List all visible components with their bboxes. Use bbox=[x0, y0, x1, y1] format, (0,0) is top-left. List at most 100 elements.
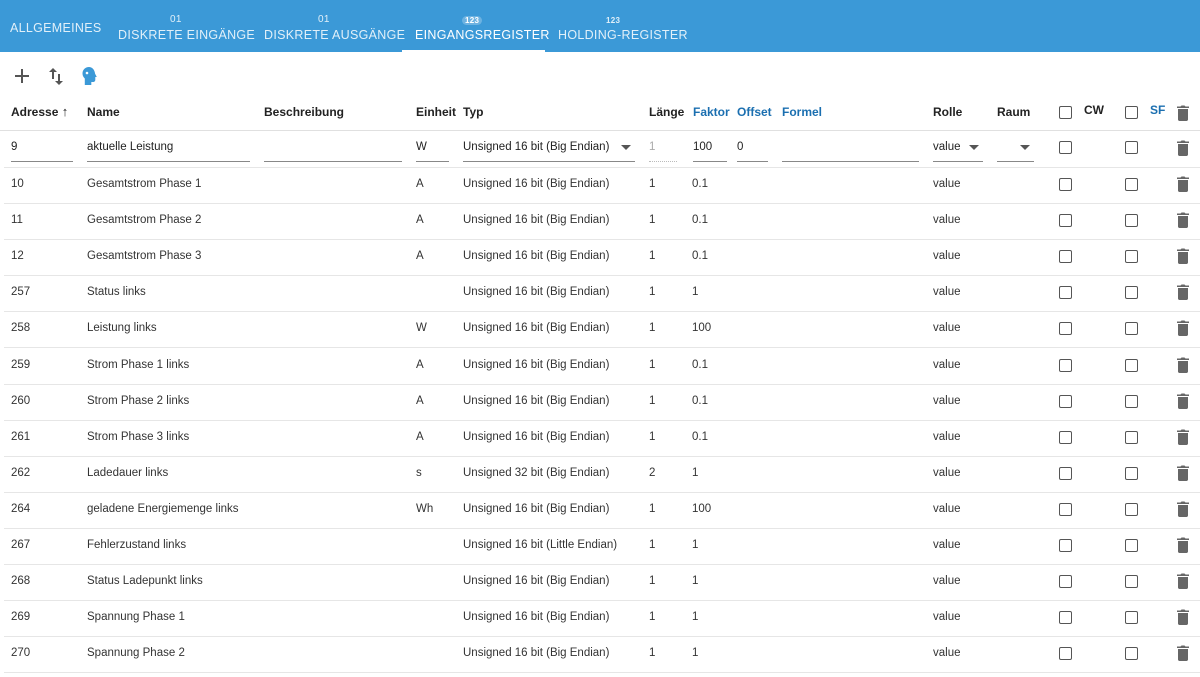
sort-button[interactable] bbox=[44, 64, 68, 88]
delete-icon[interactable] bbox=[1177, 393, 1189, 409]
offset-input[interactable]: 0 bbox=[737, 139, 768, 162]
delete-icon[interactable] bbox=[1177, 645, 1189, 662]
description-input[interactable] bbox=[264, 139, 402, 162]
sf-checkbox[interactable] bbox=[1125, 250, 1138, 264]
cw-checkbox[interactable] bbox=[1059, 178, 1072, 191]
cw-checkbox[interactable] bbox=[1059, 250, 1072, 264]
header-address[interactable]: Adresse ↑ bbox=[11, 98, 68, 130]
header-cw[interactable]: CW bbox=[1084, 96, 1104, 128]
table-row[interactable]: 270 Spannung Phase 2 Unsigned 16 bit (Big … bbox=[4, 636, 1200, 674]
table-row[interactable]: 10 Gesamtstrom Phase 1 A Unsigned 16 bit (B… bbox=[4, 167, 1200, 204]
delete-icon[interactable] bbox=[1177, 429, 1189, 445]
tab-eingangsregister[interactable]: 123 EINGANGSREGISTER bbox=[402, 0, 549, 52]
delete-icon[interactable] bbox=[1177, 609, 1189, 626]
sf-checkbox[interactable] bbox=[1125, 178, 1138, 191]
cw-checkbox[interactable] bbox=[1059, 141, 1072, 154]
header-formula[interactable]: Formel bbox=[782, 98, 822, 130]
cw-select-all-checkbox[interactable] bbox=[1059, 106, 1072, 119]
table-row[interactable]: 269 Spannung Phase 1 Unsigned 16 bit (Big … bbox=[4, 600, 1200, 638]
table-row[interactable]: 12 Gesamtstrom Phase 3 A Unsigned 16 bit (B… bbox=[4, 239, 1200, 277]
delete-icon[interactable] bbox=[1177, 140, 1189, 156]
tab-holding-register[interactable]: 123 HOLDING-REGISTER bbox=[558, 0, 688, 52]
delete-icon[interactable] bbox=[1177, 357, 1189, 373]
delete-icon[interactable] bbox=[1177, 573, 1189, 590]
delete-icon[interactable] bbox=[1177, 465, 1189, 481]
cw-checkbox[interactable] bbox=[1059, 286, 1072, 300]
sf-checkbox[interactable] bbox=[1125, 214, 1138, 228]
delete-icon[interactable] bbox=[1177, 248, 1189, 265]
cw-checkbox[interactable] bbox=[1059, 394, 1072, 408]
unit-input[interactable]: W bbox=[416, 139, 449, 162]
factor-input[interactable]: 100 bbox=[693, 139, 727, 162]
sf-checkbox[interactable] bbox=[1125, 286, 1138, 300]
import-button[interactable] bbox=[76, 64, 100, 88]
name-input[interactable]: aktuelle Leistung bbox=[87, 139, 250, 162]
add-button[interactable] bbox=[10, 64, 34, 88]
tab-label: DISKRETE EINGÄNGE bbox=[118, 28, 256, 42]
sf-checkbox[interactable] bbox=[1125, 539, 1138, 552]
delete-icon[interactable] bbox=[1177, 537, 1189, 553]
cw-checkbox[interactable] bbox=[1059, 214, 1072, 228]
tab-allgemeines[interactable]: ALLGEMEINES bbox=[10, 0, 101, 52]
address-input[interactable]: 9 bbox=[11, 139, 73, 162]
header-name[interactable]: Name bbox=[87, 98, 120, 130]
table-row[interactable]: 264 geladene Energiemenge links Wh Unsigned… bbox=[4, 492, 1200, 529]
table-row[interactable]: 268 Status Ladepunkt links Unsigned 16 bit… bbox=[4, 564, 1200, 602]
role-select[interactable]: value bbox=[933, 139, 983, 162]
table-row[interactable]: 259 Strom Phase 1 links A Unsigned 16 bit (… bbox=[4, 348, 1200, 385]
row-type: Unsigned 16 bit (Big Endian) bbox=[463, 647, 610, 660]
row-unit: A bbox=[416, 394, 424, 407]
header-factor[interactable]: Faktor bbox=[693, 98, 730, 130]
row-type: Unsigned 16 bit (Little Endian) bbox=[463, 539, 618, 551]
tab-diskrete-ausgaenge[interactable]: 01 DISKRETE AUSGÄNGE bbox=[264, 0, 405, 52]
delete-icon[interactable] bbox=[1177, 320, 1189, 337]
table-row[interactable]: 267 Fehlerzustand links Unsigned 16 bit (L… bbox=[4, 528, 1200, 565]
sf-checkbox[interactable] bbox=[1125, 466, 1138, 480]
sf-checkbox[interactable] bbox=[1125, 394, 1138, 408]
table-row[interactable]: 260 Strom Phase 2 links A Unsigned 16 bit (… bbox=[4, 384, 1200, 421]
table-row[interactable]: 258 Leistung links W Unsigned 16 bit (Big E… bbox=[4, 311, 1200, 349]
delete-icon[interactable] bbox=[1177, 212, 1189, 229]
sf-checkbox[interactable] bbox=[1125, 502, 1138, 516]
row-length: 1 bbox=[649, 502, 656, 515]
sf-checkbox[interactable] bbox=[1125, 322, 1138, 336]
header-length[interactable]: Länge bbox=[649, 98, 684, 130]
header-type[interactable]: Typ bbox=[463, 98, 483, 130]
room-select[interactable] bbox=[997, 139, 1034, 162]
header-role[interactable]: Rolle bbox=[933, 98, 962, 130]
cw-checkbox[interactable] bbox=[1059, 430, 1072, 444]
cw-checkbox[interactable] bbox=[1059, 502, 1072, 516]
table-row[interactable]: 257 Status links Unsigned 16 bit (Big Endi… bbox=[4, 275, 1200, 313]
table-row[interactable]: 262 Ladedauer links s Unsigned 32 bit (Big … bbox=[4, 456, 1200, 493]
cw-checkbox[interactable] bbox=[1059, 358, 1072, 372]
tab-diskrete-eingaenge[interactable]: 01 DISKRETE EINGÄNGE bbox=[118, 0, 255, 52]
cw-checkbox[interactable] bbox=[1059, 539, 1072, 552]
cw-checkbox[interactable] bbox=[1059, 575, 1072, 589]
sf-checkbox[interactable] bbox=[1125, 141, 1138, 154]
header-unit[interactable]: Einheit bbox=[416, 98, 456, 130]
sf-checkbox[interactable] bbox=[1125, 575, 1138, 589]
sf-checkbox[interactable] bbox=[1125, 358, 1138, 372]
delete-icon[interactable] bbox=[1177, 176, 1189, 192]
type-select[interactable]: Unsigned 16 bit (Big Endian) bbox=[463, 139, 635, 162]
cw-checkbox[interactable] bbox=[1059, 322, 1072, 336]
table-row[interactable]: 11 Gesamtstrom Phase 2 A Unsigned 16 bit (B… bbox=[4, 203, 1200, 241]
header-sf[interactable]: SF bbox=[1150, 96, 1165, 128]
delete-icon[interactable] bbox=[1177, 501, 1189, 517]
tab-label: HOLDING-REGISTER bbox=[558, 28, 688, 42]
sf-checkbox[interactable] bbox=[1125, 430, 1138, 444]
sf-checkbox[interactable] bbox=[1125, 611, 1138, 625]
formula-input[interactable] bbox=[782, 139, 919, 162]
row-address: 269 bbox=[11, 611, 31, 624]
table-row[interactable]: 261 Strom Phase 3 links A Unsigned 16 bit (… bbox=[4, 420, 1200, 457]
header-room[interactable]: Raum bbox=[997, 98, 1030, 130]
header-offset[interactable]: Offset bbox=[737, 98, 772, 130]
cw-checkbox[interactable] bbox=[1059, 611, 1072, 625]
cw-checkbox[interactable] bbox=[1059, 647, 1072, 661]
sf-select-all-checkbox[interactable] bbox=[1125, 106, 1138, 119]
sf-checkbox[interactable] bbox=[1125, 647, 1138, 661]
cw-checkbox[interactable] bbox=[1059, 466, 1072, 480]
header-description[interactable]: Beschreibung bbox=[264, 98, 344, 130]
delete-icon[interactable] bbox=[1177, 284, 1189, 301]
delete-all-icon[interactable] bbox=[1177, 105, 1189, 121]
